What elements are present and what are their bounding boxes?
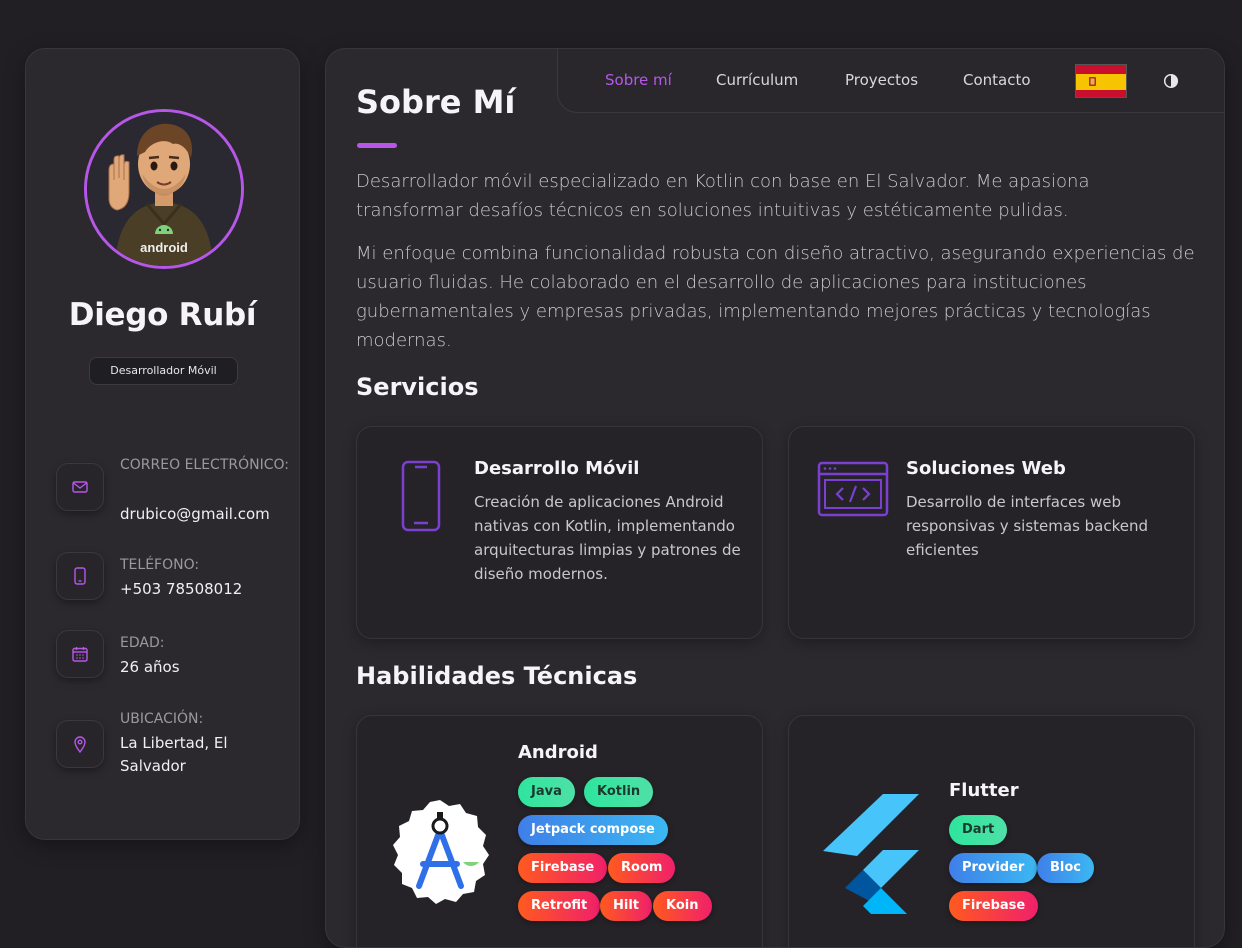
contact-phone-value[interactable]: +503 78508012 xyxy=(120,578,290,601)
profile-name: Diego Rubí xyxy=(68,297,257,333)
contact-email-label: CORREO ELECTRÓNICO: xyxy=(120,457,289,473)
smartphone-icon xyxy=(401,460,441,536)
services-title: Servicios xyxy=(356,373,479,401)
about-paragraph-1: Desarrollador móvil especializado en Kot… xyxy=(356,171,1090,221)
skill-card-flutter: Flutter Dart Provider Bloc Firebase xyxy=(788,715,1195,947)
nav-proyectos[interactable]: Proyectos xyxy=(845,71,918,89)
skill-group-title: Android xyxy=(518,742,598,763)
role-badge: Desarrollador Móvil xyxy=(89,357,238,385)
contact-age: EDAD: 26 años xyxy=(56,630,286,680)
top-navbar: Sobre mí Currículum Proyectos Contacto xyxy=(557,49,1224,113)
code-window-icon xyxy=(817,461,889,521)
calendar-icon xyxy=(56,630,104,678)
location-icon xyxy=(56,720,104,768)
page-title: Sobre Mí xyxy=(356,83,516,121)
service-description: Desarrollo de interfaces web responsivas… xyxy=(906,493,1149,559)
main-content: Sobre mí Currículum Proyectos Contacto S… xyxy=(325,48,1225,948)
service-title: Desarrollo Móvil xyxy=(474,458,640,479)
profile-sidebar: android Diego Rubí Desarrollador Móvil C… xyxy=(25,48,300,840)
contact-location: UBICACIÓN: La Libertad, El Salvador xyxy=(56,708,286,780)
skill-group-title: Flutter xyxy=(949,780,1019,801)
service-card-web: Soluciones Web Desarrollo de interfaces … xyxy=(788,426,1195,639)
skill-tag: Room xyxy=(608,853,676,883)
avatar: android xyxy=(84,109,244,269)
skill-tag: Firebase xyxy=(949,891,1039,921)
nav-sobre-mi[interactable]: Sobre mí xyxy=(605,71,672,89)
contact-age-value: 26 años xyxy=(120,658,180,676)
flutter-icon xyxy=(823,794,919,926)
contact-email: CORREO ELECTRÓNICO: drubico@gmail.com xyxy=(56,454,289,524)
nav-contacto[interactable]: Contacto xyxy=(963,71,1031,89)
contrast-icon[interactable] xyxy=(1163,73,1179,89)
service-title: Soluciones Web xyxy=(906,458,1066,479)
contact-phone-label: TELÉFONO: xyxy=(120,557,200,573)
mail-icon xyxy=(56,463,104,511)
contact-location-label: UBICACIÓN: xyxy=(120,711,204,727)
skill-tag: Koin xyxy=(653,891,712,921)
skill-tag: Bloc xyxy=(1037,853,1095,883)
avatar-android-text: android xyxy=(140,240,188,255)
contact-age-label: EDAD: xyxy=(120,635,165,651)
skill-tag: Kotlin xyxy=(584,777,654,807)
skill-tag: Provider xyxy=(949,853,1038,883)
spain-flag-icon[interactable] xyxy=(1075,64,1127,98)
about-paragraph-2: Mi enfoque combina funcionalidad robusta… xyxy=(356,243,1195,351)
title-underline xyxy=(357,143,397,148)
skill-tag: Hilt xyxy=(600,891,653,921)
nav-curriculum[interactable]: Currículum xyxy=(716,71,798,89)
skill-tag: Firebase xyxy=(518,853,608,883)
contact-email-value[interactable]: drubico@gmail.com xyxy=(120,503,290,526)
skill-tag: Java xyxy=(518,777,575,807)
avatar-illustration-icon: android xyxy=(87,112,241,266)
service-description: Creación de aplicaciones Android nativas… xyxy=(474,493,741,583)
skill-tag: Jetpack compose xyxy=(518,815,668,845)
skills-title: Habilidades Técnicas xyxy=(356,662,638,690)
contact-phone: TELÉFONO: +503 78508012 xyxy=(56,552,286,602)
android-studio-icon xyxy=(385,798,495,912)
service-card-mobile: Desarrollo Móvil Creación de aplicacione… xyxy=(356,426,763,639)
contact-location-value: La Libertad, El Salvador xyxy=(120,734,228,775)
skill-tag: Retrofit xyxy=(518,891,601,921)
skill-tag: Dart xyxy=(949,815,1008,845)
skill-card-android: Android Java Kotlin Jetpack compose Fire… xyxy=(356,715,763,947)
phone-icon xyxy=(56,552,104,600)
